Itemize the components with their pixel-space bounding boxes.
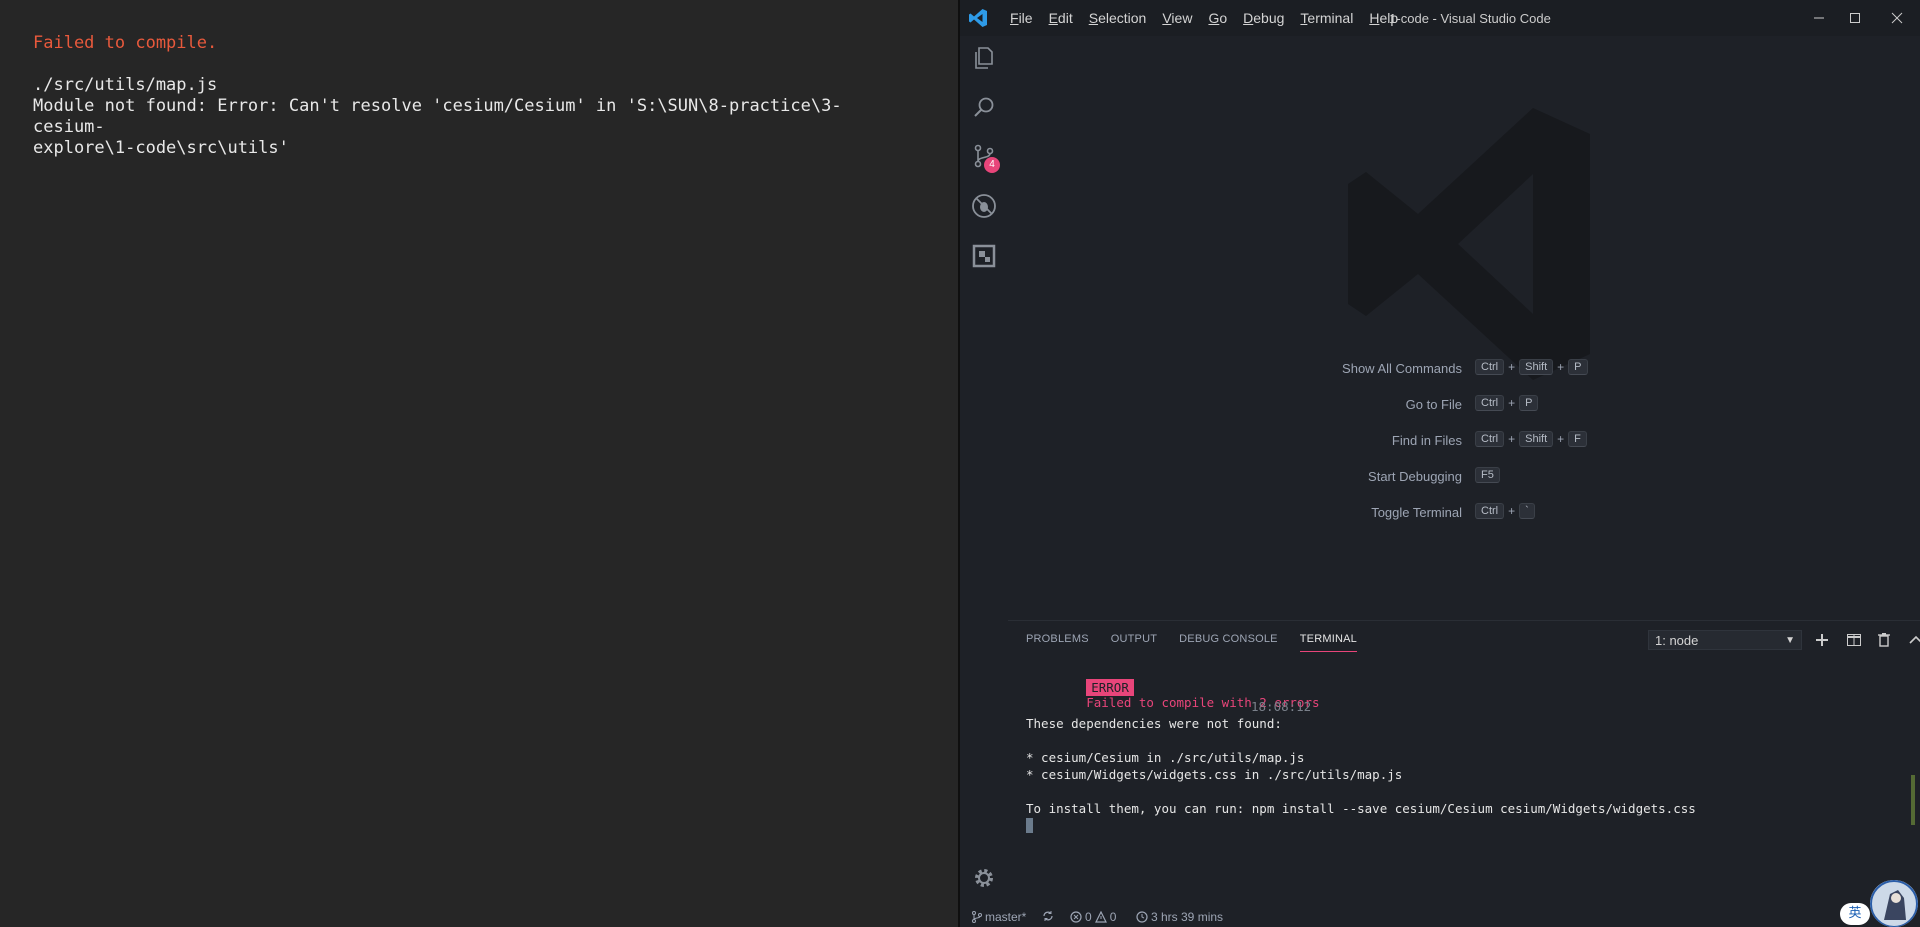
error-title: Failed to compile. xyxy=(33,33,218,53)
debug-icon[interactable] xyxy=(968,190,1000,222)
error-file-path: ./src/utils/map.js xyxy=(33,75,218,95)
title-bar: File Edit Selection View Go Debug Terminal Help… xyxy=(960,0,1920,36)
activity-bar: 4 xyxy=(960,36,1008,915)
vscode-watermark-logo xyxy=(1338,104,1598,384)
key-cap: Shift xyxy=(1519,359,1554,375)
shortcut-row: Toggle Terminal Ctrl + ` xyxy=(1008,502,1920,526)
shortcut-keys: F5 xyxy=(1475,467,1500,483)
terminal-line: These dependencies were not found: xyxy=(1026,716,1282,731)
shortcut-label: Toggle Terminal xyxy=(1371,505,1462,520)
maximize-button[interactable] xyxy=(1832,0,1878,36)
branch-indicator[interactable]: master* xyxy=(972,910,1026,924)
avatar[interactable] xyxy=(1870,880,1918,927)
tab-debug-console[interactable]: DEBUG CONSOLE xyxy=(1179,633,1278,652)
plus-sign: + xyxy=(1557,360,1565,374)
plus-sign: + xyxy=(1508,360,1516,374)
menu-item-file[interactable]: File xyxy=(1002,10,1041,26)
shortcut-row: Start Debugging F5 xyxy=(1008,466,1920,490)
menu-item-selection[interactable]: Selection xyxy=(1081,10,1155,26)
menu-item-edit[interactable]: Edit xyxy=(1041,10,1081,26)
split-terminal-button[interactable] xyxy=(1844,630,1864,650)
shortcut-label: Show All Commands xyxy=(1342,361,1462,376)
tab-output[interactable]: OUTPUT xyxy=(1111,633,1157,652)
terminal-select[interactable]: 1: node ▼ xyxy=(1648,630,1802,650)
shortcut-keys: Ctrl + Shift + F xyxy=(1475,431,1587,447)
key-cap: Ctrl xyxy=(1475,395,1505,411)
key-cap: ` xyxy=(1519,503,1535,519)
plus-sign: + xyxy=(1508,504,1516,518)
status-bar: master* 0 0 3 hrs 39 mins xyxy=(960,906,1920,927)
terminal-select-value: 1: node xyxy=(1655,633,1699,648)
warning-icon xyxy=(1094,911,1107,923)
clock-icon xyxy=(1136,911,1148,923)
sync-icon[interactable] xyxy=(1042,910,1054,922)
key-cap: P xyxy=(1568,359,1588,375)
explorer-icon[interactable] xyxy=(968,42,1000,74)
tab-problems[interactable]: PROBLEMS xyxy=(1026,633,1089,652)
settings-gear-icon[interactable] xyxy=(968,862,1000,894)
key-cap: Ctrl xyxy=(1475,431,1505,447)
chevron-down-icon: ▼ xyxy=(1785,635,1795,646)
maximize-panel-icon[interactable] xyxy=(1906,630,1920,650)
shortcut-row: Show All Commands Ctrl + Shift + P xyxy=(1008,358,1920,382)
plus-sign: + xyxy=(1557,432,1565,446)
error-count: 0 xyxy=(1085,910,1092,924)
shortcut-keys: Ctrl + P xyxy=(1475,395,1539,411)
shortcut-row: Find in Files Ctrl + Shift + F xyxy=(1008,430,1920,454)
terminal-install-hint: To install them, you can run: npm instal… xyxy=(1026,801,1696,816)
menu-item-debug[interactable]: Debug xyxy=(1235,10,1292,26)
error-message: Module not found: Error: Can't resolve '… xyxy=(33,96,842,158)
terminal-scrollbar[interactable] xyxy=(1911,775,1915,825)
error-badge: ERROR xyxy=(1086,679,1134,696)
key-cap: P xyxy=(1519,395,1539,411)
git-branch-icon xyxy=(972,911,982,923)
warning-count: 0 xyxy=(1109,910,1117,924)
shortcut-label: Find in Files xyxy=(1391,433,1462,448)
menu-item-view[interactable]: View xyxy=(1154,10,1200,26)
shortcut-row: Go to File Ctrl + P xyxy=(1008,394,1920,418)
vscode-logo-icon xyxy=(968,8,988,28)
search-icon[interactable] xyxy=(968,92,1000,124)
vscode-window: File Edit Selection View Go Debug Terminal Help… xyxy=(960,0,1920,927)
time-tracked: 3 hrs 39 mins xyxy=(1151,910,1224,924)
error-icon xyxy=(1070,911,1082,923)
problems-indicator[interactable]: 0 0 xyxy=(1070,910,1116,924)
key-cap: Ctrl xyxy=(1475,503,1505,519)
kill-terminal-icon[interactable] xyxy=(1874,630,1894,650)
editor-area: Show All Commands Ctrl + Shift + P Go to File C… xyxy=(1008,36,1920,620)
terminal-cursor xyxy=(1026,818,1033,836)
shortcut-label: Start Debugging xyxy=(1368,469,1462,484)
terminal-dependency: * cesium/Cesium in ./src/utils/map.js xyxy=(1026,750,1305,765)
plus-sign: + xyxy=(1508,432,1516,446)
tab-terminal[interactable]: TERMINAL xyxy=(1299,633,1357,652)
close-window-button[interactable] xyxy=(1874,0,1920,36)
time-tracker[interactable]: 3 hrs 39 mins xyxy=(1136,910,1223,924)
key-cap: F xyxy=(1568,431,1587,447)
shortcut-keys: Ctrl + ` xyxy=(1475,503,1535,519)
shortcut-label: Go to File xyxy=(1405,397,1462,412)
extensions-icon[interactable] xyxy=(968,240,1000,272)
branch-name: master* xyxy=(985,910,1027,924)
plus-sign: + xyxy=(1508,396,1516,410)
key-cap: F5 xyxy=(1475,467,1500,483)
terminal-timestamp: 18:08:12 xyxy=(1251,699,1312,714)
window-title: 1-code - Visual Studio Code xyxy=(1389,11,1551,26)
key-cap: Shift xyxy=(1519,431,1554,447)
new-terminal-button[interactable] xyxy=(1812,630,1832,650)
ime-indicator[interactable]: 英 xyxy=(1840,903,1870,925)
browser-error-overlay: Failed to compile. ./src/utils/map.js Mo… xyxy=(0,0,958,927)
panel-tabs: PROBLEMS OUTPUT DEBUG CONSOLE TERMINAL xyxy=(1026,633,1357,652)
menu-item-go[interactable]: Go xyxy=(1200,10,1235,26)
scm-badge: 4 xyxy=(984,157,1000,173)
shortcut-keys: Ctrl + Shift + P xyxy=(1475,359,1588,375)
key-cap: Ctrl xyxy=(1475,359,1505,375)
terminal-dependency: * cesium/Widgets/widgets.css in ./src/ut… xyxy=(1026,767,1403,782)
bottom-panel: PROBLEMS OUTPUT DEBUG CONSOLE TERMINAL 1… xyxy=(1008,620,1920,916)
